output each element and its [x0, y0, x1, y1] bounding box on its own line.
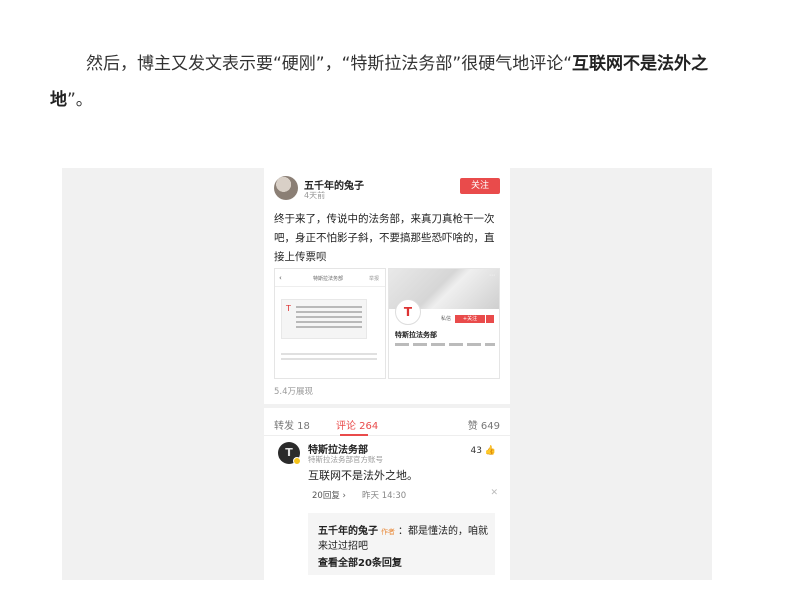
article-text: 然后，博主又发文表示要“硬刚”，“特斯拉法务部”很硬气地评论“ [86, 54, 573, 74]
post-header: 五千年的兔子 4天前 关注 [274, 176, 500, 204]
tesla-logo-icon: T [286, 304, 291, 313]
reply-preview: 五千年的兔子 作者 ：都是懂法的，咱就 来过过招吧 查看全部20条回复 [308, 513, 495, 575]
reply-text-continued: 来过过招吧 [318, 541, 368, 552]
tab-repost[interactable]: 转发 18 [274, 417, 310, 432]
mini-message-bubble: T [281, 299, 367, 339]
mini-nav-bar: ‹ 特斯拉法务部 举报 [275, 269, 385, 287]
mini-dropdown-button [486, 315, 494, 323]
article-paragraph: 然后，博主又发文表示要“硬刚”，“特斯拉法务部”很硬气地评论“互联网不是法外之地… [50, 46, 740, 118]
verified-badge-icon [293, 457, 301, 465]
follow-button[interactable]: 关注 [460, 178, 500, 194]
mini-footer-lines [281, 353, 377, 363]
avatar-icon[interactable] [274, 176, 298, 200]
mini-chat-label: 私信 [440, 316, 451, 322]
view-all-replies-link[interactable]: 查看全部20条回复 [318, 554, 402, 569]
interaction-tabs: 转发 18 评论 264 赞 649 [264, 408, 510, 436]
comment-author-verification: 特斯拉法务部官方账号 [308, 455, 383, 464]
author-tag: 作者 [381, 528, 395, 536]
article-tail: ”。 [67, 90, 93, 110]
comment-like-button[interactable]: 43 👍 [470, 446, 496, 456]
replies-link[interactable]: 20回复 › [312, 489, 346, 501]
comment-date: 昨天 14:30 [362, 491, 407, 501]
mini-profile-name: 特斯拉法务部 [395, 331, 437, 339]
mini-follow-button: +关注 [455, 315, 485, 323]
view-count: 5.4万展现 [274, 387, 314, 397]
phone-screenshot: 五千年的兔子 4天前 关注 终于来了，传说中的法务部，来真刀真枪干一次吧，身正不… [264, 168, 510, 580]
tab-comments[interactable]: 评论 264 [336, 417, 378, 432]
attached-screenshot-profile[interactable]: ⋯ T 私信 +关注 特斯拉法务部 [388, 268, 500, 379]
mini-nav-title: 特斯拉法务部 [313, 276, 344, 282]
reply-line: 五千年的兔子 作者 ：都是懂法的，咱就 [318, 522, 488, 537]
active-tab-indicator [340, 434, 368, 436]
comment-text: 互联网不是法外之地。 [308, 469, 418, 482]
mini-nav-action: 举报 [368, 276, 379, 282]
close-icon[interactable]: ✕ [490, 488, 498, 498]
comment-meta: 20回复 › 昨天 14:30 ✕ [312, 488, 498, 503]
back-arrow-icon: ‹ [279, 274, 282, 282]
tab-likes[interactable]: 赞 649 [468, 417, 500, 432]
more-icon: ⋯ [489, 272, 495, 279]
attached-screenshot-message[interactable]: ‹ 特斯拉法务部 举报 T [274, 268, 386, 379]
mini-profile-tags [395, 343, 495, 346]
tesla-logo-icon: T [395, 299, 421, 325]
post-time: 4天前 [304, 191, 326, 200]
post-text: 终于来了，传说中的法务部，来真刀真枪干一次吧，身正不怕影子斜，不要搞那些恐吓啥的… [274, 213, 495, 263]
reply-author[interactable]: 五千年的兔子 [318, 526, 378, 537]
message-text-lines [296, 306, 362, 331]
reply-text: ：都是懂法的，咱就 [398, 526, 488, 537]
